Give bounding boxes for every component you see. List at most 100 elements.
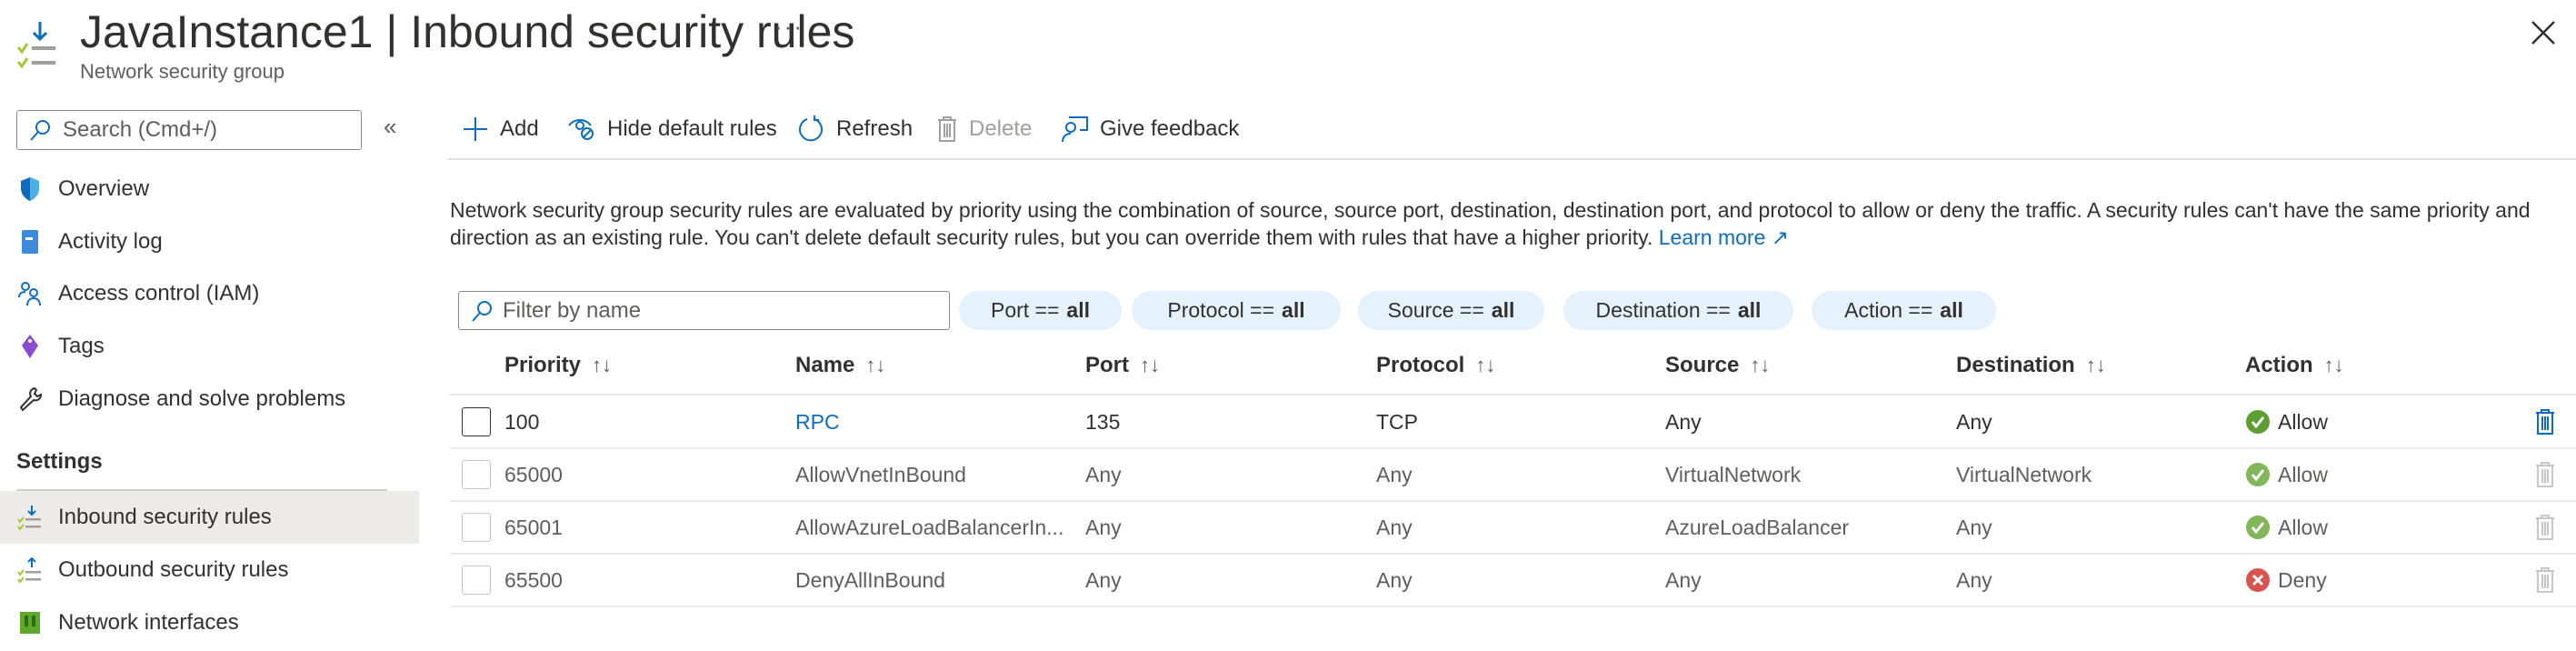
row-checkbox[interactable]	[462, 448, 491, 501]
resource-type: Network security group	[80, 60, 285, 83]
sort-icon[interactable]: ↑↓	[2324, 354, 2344, 377]
activity-log-icon	[16, 228, 44, 255]
trash-icon	[2536, 462, 2554, 487]
search-icon	[30, 120, 50, 141]
trash-icon	[2536, 515, 2554, 540]
sidebar-item-diagnose[interactable]: Diagnose and solve problems	[0, 373, 419, 426]
column-header-name[interactable]: Name ↑↓	[795, 349, 885, 382]
sidebar-item-tags[interactable]: Tags	[0, 320, 419, 373]
deny-icon	[2246, 568, 2270, 592]
cell-source: Any	[1665, 409, 1702, 434]
more-options-button[interactable]: ···	[774, 13, 804, 41]
column-header-destination[interactable]: Destination ↑↓	[1956, 349, 2106, 382]
cell-destination: Any	[1956, 409, 1992, 434]
delete-row-button[interactable]	[2534, 396, 2556, 448]
cell-port: 135	[1085, 409, 1121, 434]
filter-pill-action[interactable]: Action == all	[1812, 291, 1996, 330]
row-checkbox[interactable]	[462, 554, 491, 606]
cell-destination: VirtualNetwork	[1956, 462, 2092, 486]
feedback-icon	[1062, 116, 1088, 143]
close-button[interactable]	[2529, 18, 2558, 47]
cell-source: Any	[1665, 567, 1702, 592]
allow-check-icon	[2246, 410, 2270, 434]
action-status: Allow	[2245, 448, 2328, 501]
cell-port: Any	[1085, 515, 1122, 539]
close-icon	[2531, 21, 2555, 45]
allow-check-icon	[2246, 516, 2270, 539]
sidebar-item-outbound-security-rules[interactable]: Outbound security rules	[0, 544, 419, 596]
sort-icon[interactable]: ↑↓	[592, 354, 612, 377]
sort-icon[interactable]: ↑↓	[1475, 354, 1495, 377]
people-icon	[16, 280, 44, 307]
eye-hide-icon	[568, 119, 594, 140]
action-status: Allow	[2245, 501, 2328, 554]
column-header-protocol[interactable]: Protocol ↑↓	[1376, 349, 1495, 382]
sort-icon[interactable]: ↑↓	[1140, 354, 1160, 377]
row-divider	[450, 606, 2576, 607]
filter-pill-protocol[interactable]: Protocol == all	[1132, 291, 1341, 330]
delete-row-button	[2534, 448, 2556, 501]
tag-icon	[16, 333, 44, 360]
sidebar-item-network-interfaces[interactable]: Network interfaces	[0, 596, 419, 649]
cell-name: AllowVnetInBound	[795, 462, 966, 486]
sidebar-item-activity-log[interactable]: Activity log	[0, 215, 419, 268]
action-status: Deny	[2245, 554, 2327, 606]
cell-priority: 65001	[504, 515, 563, 539]
rule-name-link[interactable]: RPC	[795, 410, 840, 435]
trash-icon	[2536, 567, 2554, 593]
delete-row-button	[2534, 501, 2556, 554]
learn-more-link[interactable]: Learn more ↗	[1659, 225, 1789, 249]
cell-protocol: TCP	[1376, 409, 1418, 434]
cell-protocol: Any	[1376, 462, 1413, 486]
sidebar-item-overview[interactable]: Overview	[0, 163, 419, 215]
inbound-rules-icon	[16, 504, 44, 531]
filter-pill-destination[interactable]: Destination == all	[1563, 291, 1793, 330]
cell-destination: Any	[1956, 567, 1992, 592]
cell-name: DenyAllInBound	[795, 567, 945, 592]
sort-icon[interactable]: ↑↓	[2086, 354, 2106, 377]
trash-icon	[2536, 409, 2554, 435]
inbound-rules-icon	[16, 20, 64, 75]
sidebar-item-inbound-security-rules[interactable]: Inbound security rules	[0, 491, 419, 544]
cell-source: VirtualNetwork	[1665, 462, 1802, 486]
external-link-icon: ↗	[1771, 225, 1790, 249]
description-text: Network security group security rules ar…	[450, 198, 2531, 249]
cell-destination: Any	[1956, 515, 1992, 539]
cell-protocol: Any	[1376, 515, 1413, 539]
collapse-sidebar-button[interactable]: «	[384, 113, 396, 141]
delete-row-button	[2534, 554, 2556, 606]
row-checkbox[interactable]	[462, 396, 491, 448]
cell-priority: 65500	[504, 567, 563, 592]
refresh-icon	[799, 115, 823, 142]
filter-by-name-input[interactable]: Filter by name	[458, 291, 950, 330]
sidebar-section-settings: Settings	[16, 449, 103, 474]
column-header-action[interactable]: Action ↑↓	[2245, 349, 2344, 382]
trash-icon	[938, 116, 956, 142]
give-feedback-button[interactable]: Give feedback	[1060, 111, 1239, 147]
sort-icon[interactable]: ↑↓	[865, 354, 885, 377]
filter-pill-source[interactable]: Source == all	[1358, 291, 1544, 330]
cell-name: AllowAzureLoadBalancerIn...	[795, 515, 1064, 539]
row-checkbox[interactable]	[462, 501, 491, 554]
column-header-port[interactable]: Port ↑↓	[1085, 349, 1160, 382]
hide-default-rules-button[interactable]: Hide default rules	[567, 111, 777, 147]
filter-pill-port[interactable]: Port == all	[959, 291, 1122, 330]
add-button[interactable]: Add	[462, 111, 539, 147]
sidebar-search-input[interactable]: Search (Cmd+/)	[16, 110, 362, 150]
cell-source: AzureLoadBalancer	[1665, 515, 1850, 539]
delete-button[interactable]: Delete	[936, 111, 1032, 147]
search-icon	[472, 300, 492, 322]
wrench-icon	[16, 386, 44, 413]
network-interface-icon	[16, 609, 44, 636]
cell-priority: 100	[504, 409, 540, 434]
refresh-button[interactable]: Refresh	[798, 111, 913, 147]
column-header-source[interactable]: Source ↑↓	[1665, 349, 1770, 382]
cell-protocol: Any	[1376, 567, 1413, 592]
cell-port: Any	[1085, 462, 1122, 486]
sort-icon[interactable]: ↑↓	[1750, 354, 1770, 377]
cell-priority: 65000	[504, 462, 563, 486]
toolbar-divider	[448, 158, 2576, 160]
column-header-priority[interactable]: Priority ↑↓	[504, 349, 612, 382]
plus-icon	[464, 117, 487, 141]
sidebar-item-access-control[interactable]: Access control (IAM)	[0, 267, 419, 320]
